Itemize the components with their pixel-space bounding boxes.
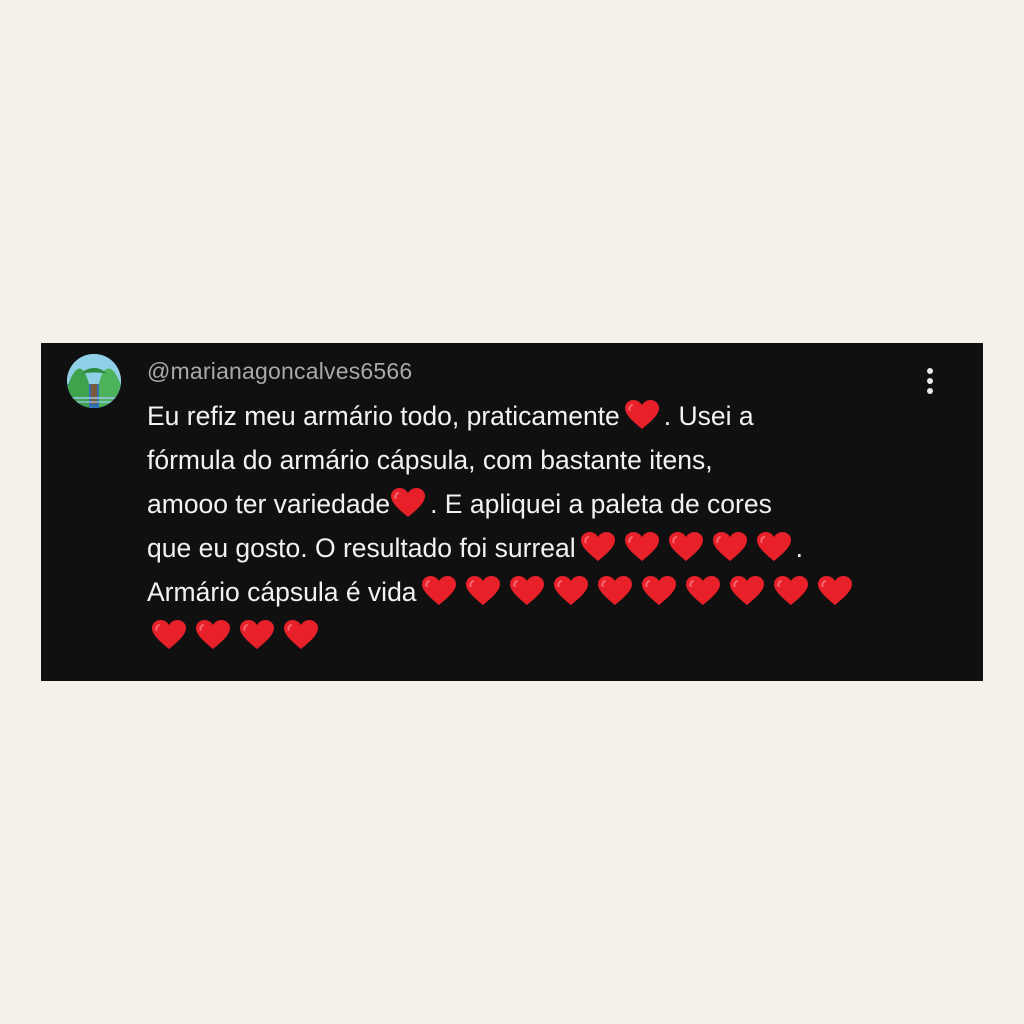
comment-line <box>147 614 947 658</box>
heart-icon <box>283 619 319 651</box>
avatar-image <box>67 354 121 408</box>
heart-icon <box>239 619 275 651</box>
heart-icon <box>624 531 660 563</box>
heart-icon <box>509 575 545 607</box>
comment-line: fórmula do armário cápsula, com bastante… <box>147 438 947 482</box>
comment-line-text: amooo ter variedade <box>147 489 391 519</box>
heart-icon <box>195 619 231 651</box>
more-vertical-icon-dot <box>927 378 933 384</box>
comment-line-text: que eu gosto. O resultado foi surreal <box>147 533 576 563</box>
comment-text: Eu refiz meu armário todo, praticamente.… <box>147 394 947 658</box>
avatar[interactable] <box>67 354 121 408</box>
heart-icon <box>685 575 721 607</box>
comment-line: Eu refiz meu armário todo, praticamente.… <box>147 394 947 438</box>
heart-icon <box>390 487 426 519</box>
heart-icon <box>624 399 660 431</box>
comment-line-text: Armário cápsula é vida <box>147 577 417 607</box>
comment-line-text: . Usei a <box>663 401 754 431</box>
comment-username[interactable]: @marianagoncalves6566 <box>147 358 412 385</box>
comment-line-text: . <box>795 533 804 563</box>
more-options-button[interactable] <box>919 365 941 397</box>
comment-line: que eu gosto. O resultado foi surreal. <box>147 526 947 570</box>
comment-line: amooo ter variedade . E apliquei a paleta… <box>147 482 947 526</box>
heart-icon <box>553 575 589 607</box>
comment-line-text: Eu refiz meu armário todo, praticamente <box>147 401 620 431</box>
heart-icon <box>597 575 633 607</box>
heart-icon <box>817 575 853 607</box>
heart-icon <box>756 531 792 563</box>
heart-icon <box>580 531 616 563</box>
heart-icon <box>151 619 187 651</box>
comment-line: Armário cápsula é vida <box>147 570 947 614</box>
heart-icon <box>773 575 809 607</box>
heart-icon <box>712 531 748 563</box>
comment-card: @marianagoncalves6566 Eu refiz meu armár… <box>41 343 983 681</box>
heart-icon <box>421 575 457 607</box>
heart-icon <box>729 575 765 607</box>
heart-icon <box>668 531 704 563</box>
more-vertical-icon <box>927 368 933 374</box>
heart-icon <box>465 575 501 607</box>
heart-icon <box>641 575 677 607</box>
comment-line-text: fórmula do armário cápsula, com bastante… <box>147 445 713 475</box>
comment-line-text: . E apliquei a paleta de cores <box>430 489 772 519</box>
